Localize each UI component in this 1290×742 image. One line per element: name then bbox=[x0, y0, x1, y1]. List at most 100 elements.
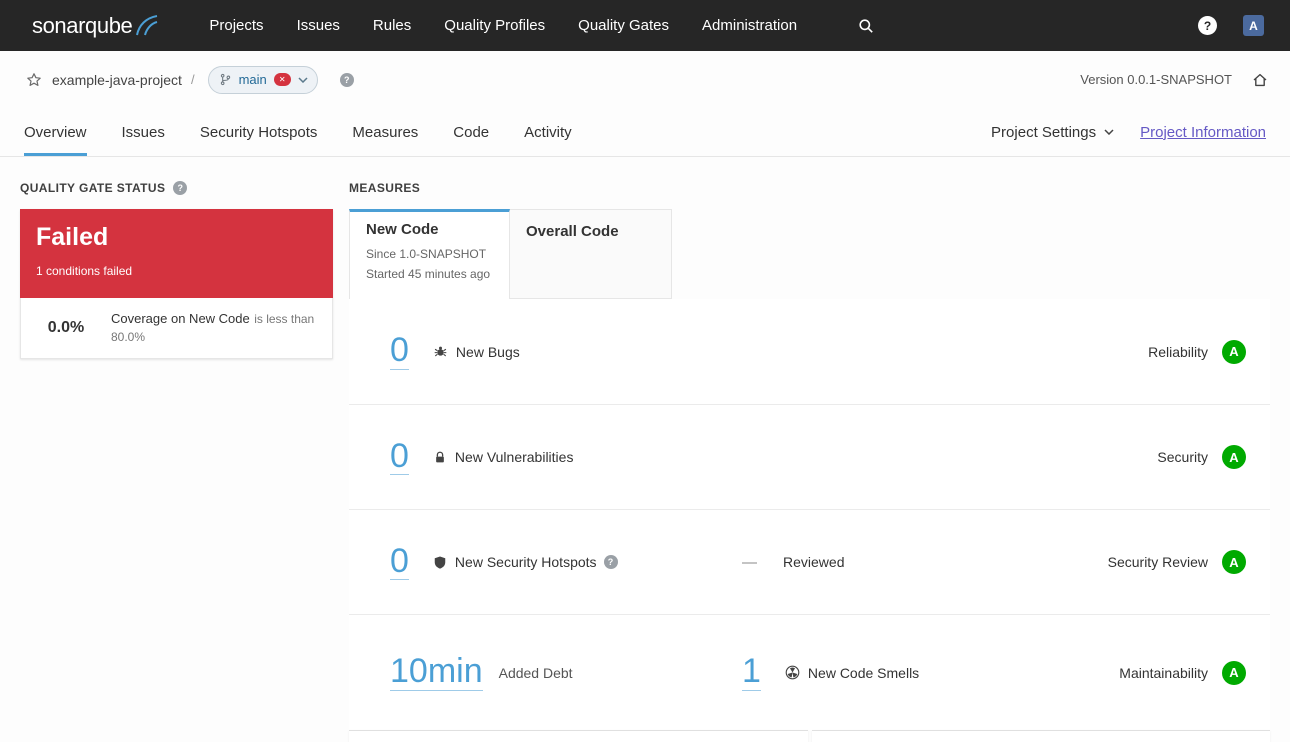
nav-projects[interactable]: Projects bbox=[209, 17, 263, 34]
reliability-label: Reliability bbox=[1148, 343, 1208, 360]
bugs-group: 0 New Bugs bbox=[349, 332, 742, 370]
topbar-right-cluster: ? A bbox=[1198, 15, 1264, 36]
nav-rules[interactable]: Rules bbox=[373, 17, 411, 34]
branch-icon bbox=[220, 73, 230, 86]
help-icon[interactable]: ? bbox=[1198, 16, 1217, 35]
new-bugs-label: New Bugs bbox=[455, 343, 520, 360]
quality-gate-heading: QUALITY GATE STATUS ? bbox=[20, 181, 333, 195]
security-rating-badge[interactable]: A bbox=[1222, 445, 1246, 469]
project-information-link[interactable]: Project Information bbox=[1140, 124, 1266, 141]
tab-code[interactable]: Code bbox=[453, 108, 489, 156]
sonarqube-logo[interactable]: sonarqube bbox=[32, 13, 159, 39]
security-label: Security bbox=[1157, 449, 1208, 465]
branch-help-icon[interactable]: ? bbox=[339, 72, 354, 87]
measure-row-vulnerabilities: 0 New Vulnerabilities Security A bbox=[349, 404, 1270, 509]
condition-metric: Coverage on New Code bbox=[111, 311, 250, 326]
search-icon[interactable] bbox=[858, 18, 874, 34]
overall-code-tab-label: Overall Code bbox=[526, 223, 619, 240]
project-name-link[interactable]: example-java-project bbox=[52, 72, 182, 88]
security-review-rating-badge[interactable]: A bbox=[1222, 550, 1246, 574]
quality-gate-status: Failed bbox=[36, 223, 109, 251]
tab-overview[interactable]: Overview bbox=[24, 108, 87, 156]
new-code-tab-label: New Code bbox=[366, 221, 439, 238]
top-navigation-bar: sonarqube Projects Issues Rules Quality … bbox=[0, 0, 1290, 51]
failed-condition-row[interactable]: 0.0% Coverage on New Code is less than 8… bbox=[20, 298, 333, 359]
chevron-down-icon bbox=[298, 76, 308, 83]
chevron-down-icon bbox=[1104, 129, 1114, 135]
bug-icon bbox=[433, 344, 448, 359]
new-code-smells-label: New Code Smells bbox=[807, 664, 920, 681]
lock-icon bbox=[433, 450, 447, 465]
tab-measures[interactable]: Measures bbox=[352, 108, 418, 156]
maintainability-rating-badge[interactable]: A bbox=[1222, 660, 1246, 685]
reviewed-value: — bbox=[742, 553, 757, 571]
quality-gate-panel: QUALITY GATE STATUS ? Failed 1 condition… bbox=[20, 181, 333, 742]
maintainability-label: Maintainability bbox=[1119, 664, 1208, 681]
new-code-started: Started 45 minutes ago bbox=[366, 267, 491, 281]
breadcrumb: example-java-project / main ✕ ? Version … bbox=[0, 51, 1290, 108]
shield-icon bbox=[433, 555, 447, 570]
nav-issues[interactable]: Issues bbox=[297, 17, 340, 34]
new-code-since: Since 1.0-SNAPSHOT bbox=[366, 247, 487, 261]
reviewed-label: Reviewed bbox=[783, 554, 845, 570]
condition-text: Coverage on New Code is less than 80.0% bbox=[111, 310, 320, 346]
hotspots-help-icon[interactable]: ? bbox=[603, 555, 618, 569]
tab-overall-code[interactable]: Overall Code bbox=[510, 209, 672, 299]
sonarqube-app: sonarqube Projects Issues Rules Quality … bbox=[0, 0, 1290, 742]
branch-selector[interactable]: main ✕ bbox=[207, 65, 318, 94]
partial-card-right bbox=[811, 730, 1270, 742]
new-vulnerabilities-label: New Vulnerabilities bbox=[454, 449, 574, 465]
tab-issues[interactable]: Issues bbox=[122, 108, 165, 156]
logo-text: sonarqube bbox=[32, 12, 133, 38]
added-debt-label: Added Debt bbox=[498, 664, 573, 681]
next-section-partial bbox=[349, 730, 1270, 742]
project-settings-menu[interactable]: Project Settings bbox=[991, 124, 1114, 141]
nav-quality-gates[interactable]: Quality Gates bbox=[578, 17, 669, 34]
hotspots-reviewed-group: — Reviewed bbox=[742, 554, 844, 571]
hotspots-group: 0 New Security Hotspots ? bbox=[349, 543, 742, 581]
security-rating-group: Security A bbox=[1157, 445, 1246, 469]
project-version: Version 0.0.1-SNAPSHOT bbox=[1080, 72, 1232, 87]
new-code-smells-count[interactable]: 1 bbox=[742, 653, 761, 691]
security-review-label: Security Review bbox=[1107, 554, 1208, 570]
nav-quality-profiles[interactable]: Quality Profiles bbox=[444, 17, 545, 34]
quality-gate-status-banner: Failed 1 conditions failed bbox=[20, 209, 333, 298]
tab-new-code[interactable]: New Code Since 1.0-SNAPSHOT Started 45 m… bbox=[349, 209, 510, 299]
new-vulnerabilities-count[interactable]: 0 bbox=[390, 438, 409, 476]
branch-name: main bbox=[238, 72, 267, 87]
new-security-hotspots-count[interactable]: 0 bbox=[390, 543, 409, 581]
security-review-rating-group: Security Review A bbox=[1108, 550, 1246, 574]
new-security-hotspots-label: New Security Hotspots bbox=[454, 554, 597, 570]
measure-row-bugs: 0 New Bugs Reliability A bbox=[349, 299, 1270, 404]
overview-content: QUALITY GATE STATUS ? Failed 1 condition… bbox=[0, 157, 1290, 742]
tab-activity[interactable]: Activity bbox=[524, 108, 572, 156]
condition-value: 0.0% bbox=[47, 319, 85, 336]
tab-bar-right: Project Settings Project Information bbox=[991, 108, 1266, 156]
measures-rows: 0 New Bugs Reliability A 0 New Vulnerabi… bbox=[349, 299, 1270, 730]
code-smell-icon bbox=[785, 665, 800, 680]
measures-heading-label: MEASURES bbox=[349, 181, 421, 195]
breadcrumb-separator: / bbox=[190, 72, 195, 87]
top-nav-links: Projects Issues Rules Quality Profiles Q… bbox=[209, 17, 874, 34]
logo-swoosh-icon bbox=[136, 14, 158, 35]
tab-security-hotspots[interactable]: Security Hotspots bbox=[200, 108, 318, 156]
reliability-rating-group: Reliability A bbox=[1148, 339, 1246, 364]
favorite-star-icon[interactable] bbox=[26, 72, 42, 88]
measures-tabs: New Code Since 1.0-SNAPSHOT Started 45 m… bbox=[349, 209, 1270, 299]
project-settings-label: Project Settings bbox=[991, 123, 1097, 141]
conditions-failed-count: 1 conditions failed bbox=[36, 264, 133, 278]
added-debt-group: 10min Added Debt bbox=[349, 653, 742, 691]
user-avatar[interactable]: A bbox=[1243, 15, 1264, 36]
reliability-rating-badge[interactable]: A bbox=[1222, 339, 1246, 364]
partial-card-left bbox=[349, 730, 808, 742]
homepage-icon[interactable] bbox=[1252, 72, 1268, 88]
quality-gate-card: Failed 1 conditions failed 0.0% Coverage… bbox=[20, 209, 333, 359]
measure-row-maintainability: 10min Added Debt 1 New Code Smells Maint… bbox=[349, 614, 1270, 730]
added-debt-value[interactable]: 10min bbox=[390, 653, 483, 691]
measure-row-security-hotspots: 0 New Security Hotspots ? — Reviewed Sec… bbox=[349, 509, 1270, 614]
new-bugs-count[interactable]: 0 bbox=[390, 332, 409, 370]
branch-quality-gate-failed-badge: ✕ bbox=[273, 73, 291, 86]
nav-administration[interactable]: Administration bbox=[702, 17, 797, 34]
quality-gate-heading-label: QUALITY GATE STATUS bbox=[20, 181, 166, 195]
quality-gate-help-icon[interactable]: ? bbox=[173, 181, 188, 195]
